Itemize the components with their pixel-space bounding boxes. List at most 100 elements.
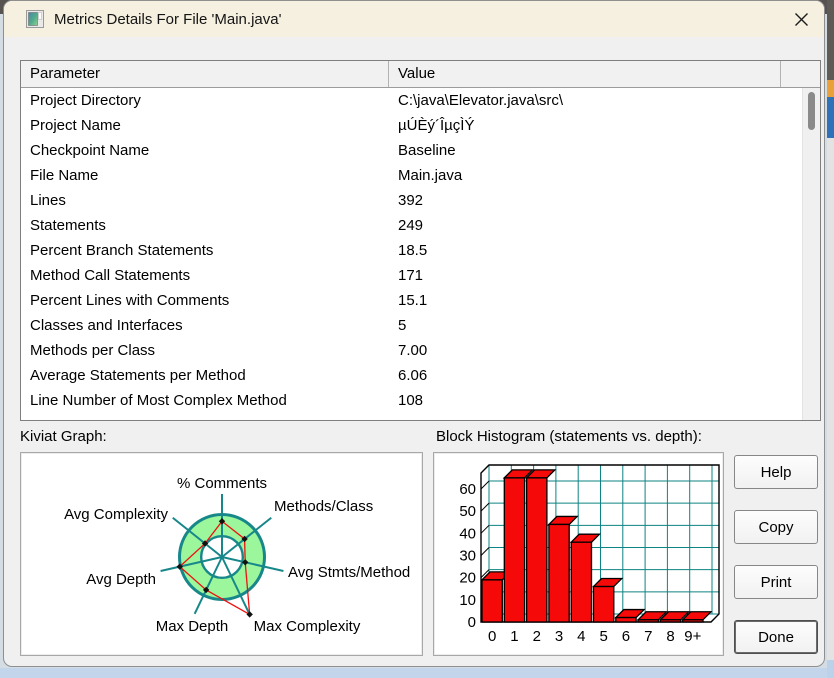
x-tick-label: 2 bbox=[533, 628, 541, 645]
y-tick-label: 60 bbox=[459, 481, 476, 498]
table-row[interactable]: Percent Lines with Comments15.1 bbox=[21, 288, 802, 313]
kiviat-axis-label: Max Complexity bbox=[254, 618, 361, 635]
backdrop-right-strip bbox=[827, 0, 834, 678]
axis-hatch bbox=[481, 481, 489, 489]
bar-front-face bbox=[616, 618, 636, 622]
value-cell: 249 bbox=[389, 213, 423, 238]
bar-front-face bbox=[571, 542, 591, 622]
x-tick-label: 4 bbox=[577, 628, 585, 645]
table-row[interactable]: Project NameµÚÈý´ÎµçÌÝ bbox=[21, 113, 802, 138]
x-tick-label: 1 bbox=[510, 628, 518, 645]
kiviat-axis-label: Avg Depth bbox=[86, 571, 156, 588]
y-tick-label: 0 bbox=[468, 614, 476, 631]
table-row[interactable]: Classes and Interfaces5 bbox=[21, 313, 802, 338]
table-row[interactable]: Statements249 bbox=[21, 213, 802, 238]
y-tick-label: 40 bbox=[459, 525, 476, 542]
kiviat-graph-panel: % Comments Methods/Class Avg Stmts/Method M… bbox=[20, 452, 423, 656]
help-button[interactable]: Help bbox=[734, 455, 818, 489]
table-row[interactable]: Checkpoint NameBaseline bbox=[21, 138, 802, 163]
done-button[interactable]: Done bbox=[734, 620, 818, 654]
close-button[interactable] bbox=[784, 4, 818, 34]
kiviat-section-label: Kiviat Graph: bbox=[20, 428, 107, 445]
screen: { "window": { "title": "Metrics Details … bbox=[0, 0, 834, 678]
parameter-cell: Percent Lines with Comments bbox=[21, 288, 389, 313]
kiviat-axis-label: Methods/Class bbox=[274, 498, 373, 515]
column-header-value[interactable]: Value bbox=[389, 61, 781, 87]
print-button[interactable]: Print bbox=[734, 565, 818, 599]
x-tick-label: 0 bbox=[488, 628, 496, 645]
column-header-parameter[interactable]: Parameter bbox=[21, 61, 389, 87]
kiviat-axis-label: Avg Stmts/Method bbox=[288, 564, 410, 581]
backdrop-right-orange bbox=[827, 80, 834, 97]
value-cell: 6.06 bbox=[389, 363, 427, 388]
table-row[interactable]: Average Statements per Method6.06 bbox=[21, 363, 802, 388]
block-histogram-chart: 01020304050600123456789+ bbox=[434, 453, 723, 655]
bar-front-face bbox=[504, 478, 524, 622]
x-tick-label: 7 bbox=[644, 628, 652, 645]
scrollbar-thumb[interactable] bbox=[808, 92, 815, 130]
table-header: Parameter Value bbox=[21, 61, 820, 88]
bar-top-face bbox=[571, 534, 599, 542]
metrics-table: Parameter Value Project DirectoryC:\java… bbox=[20, 60, 821, 421]
bar-front-face bbox=[527, 478, 547, 622]
value-cell: C:\java\Elevator.java\src\ bbox=[389, 88, 563, 113]
table-scrollbar[interactable] bbox=[802, 88, 820, 420]
block-histogram-panel: 01020304050600123456789+ bbox=[433, 452, 724, 656]
value-cell: 171 bbox=[389, 263, 423, 288]
bar-front-face bbox=[683, 620, 703, 622]
kiviat-axis-label: Max Depth bbox=[156, 618, 229, 635]
metrics-dialog-window: Metrics Details For File 'Main.java' Par… bbox=[3, 0, 825, 667]
value-cell: 7.00 bbox=[389, 338, 427, 363]
table-row[interactable]: Lines392 bbox=[21, 188, 802, 213]
histogram-section-label: Block Histogram (statements vs. depth): bbox=[436, 428, 702, 445]
table-row[interactable]: Method Call Statements171 bbox=[21, 263, 802, 288]
bar-front-face bbox=[594, 587, 614, 622]
parameter-cell: Classes and Interfaces bbox=[21, 313, 389, 338]
kiviat-data-marker bbox=[246, 611, 252, 617]
x-tick-label: 8 bbox=[666, 628, 674, 645]
axis-hatch bbox=[481, 547, 489, 555]
parameter-cell: Average Statements per Method bbox=[21, 363, 389, 388]
parameter-cell: Checkpoint Name bbox=[21, 138, 389, 163]
parameter-cell: Lines bbox=[21, 188, 389, 213]
table-row[interactable]: Methods per Class7.00 bbox=[21, 338, 802, 363]
table-row[interactable]: Percent Branch Statements18.5 bbox=[21, 238, 802, 263]
y-tick-label: 10 bbox=[459, 592, 476, 609]
y-tick-label: 20 bbox=[459, 570, 476, 587]
table-row[interactable]: Project DirectoryC:\java\Elevator.java\s… bbox=[21, 88, 802, 113]
x-tick-label: 5 bbox=[599, 628, 607, 645]
table-rows: Project DirectoryC:\java\Elevator.java\s… bbox=[21, 88, 802, 420]
value-cell: 5 bbox=[389, 313, 406, 338]
x-tick-label: 3 bbox=[555, 628, 563, 645]
parameter-cell: Methods per Class bbox=[21, 338, 389, 363]
backdrop-right-bottom bbox=[827, 660, 834, 678]
kiviat-axis-label: Avg Complexity bbox=[64, 506, 168, 523]
parameter-cell: Statements bbox=[21, 213, 389, 238]
parameter-cell: Percent Branch Statements bbox=[21, 238, 389, 263]
kiviat-axis-label: % Comments bbox=[177, 475, 267, 492]
table-row[interactable]: File NameMain.java bbox=[21, 163, 802, 188]
bar-top-face bbox=[549, 516, 577, 524]
value-cell: 108 bbox=[389, 388, 423, 413]
y-tick-label: 30 bbox=[459, 547, 476, 564]
parameter-cell: Method Call Statements bbox=[21, 263, 389, 288]
value-cell: 392 bbox=[389, 188, 423, 213]
value-cell: Main.java bbox=[389, 163, 462, 188]
bar-top-face bbox=[594, 579, 622, 587]
table-row[interactable]: Line Number of Most Complex Method108 bbox=[21, 388, 802, 413]
parameter-cell: Project Name bbox=[21, 113, 389, 138]
bar-top-face bbox=[616, 610, 644, 618]
backdrop-bottom-strip bbox=[0, 668, 834, 678]
parameter-cell: File Name bbox=[21, 163, 389, 188]
bar-front-face bbox=[549, 524, 569, 622]
bar-front-face bbox=[638, 620, 658, 622]
value-cell: 15.1 bbox=[389, 288, 427, 313]
copy-button[interactable]: Copy bbox=[734, 510, 818, 544]
x-tick-label: 9+ bbox=[684, 628, 701, 645]
x-tick-label: 6 bbox=[622, 628, 630, 645]
title-bar: Metrics Details For File 'Main.java' bbox=[4, 1, 824, 37]
window-title: Metrics Details For File 'Main.java' bbox=[54, 11, 281, 28]
backdrop-right-blue bbox=[827, 97, 834, 138]
y-tick-label: 50 bbox=[459, 503, 476, 520]
value-cell: Baseline bbox=[389, 138, 456, 163]
